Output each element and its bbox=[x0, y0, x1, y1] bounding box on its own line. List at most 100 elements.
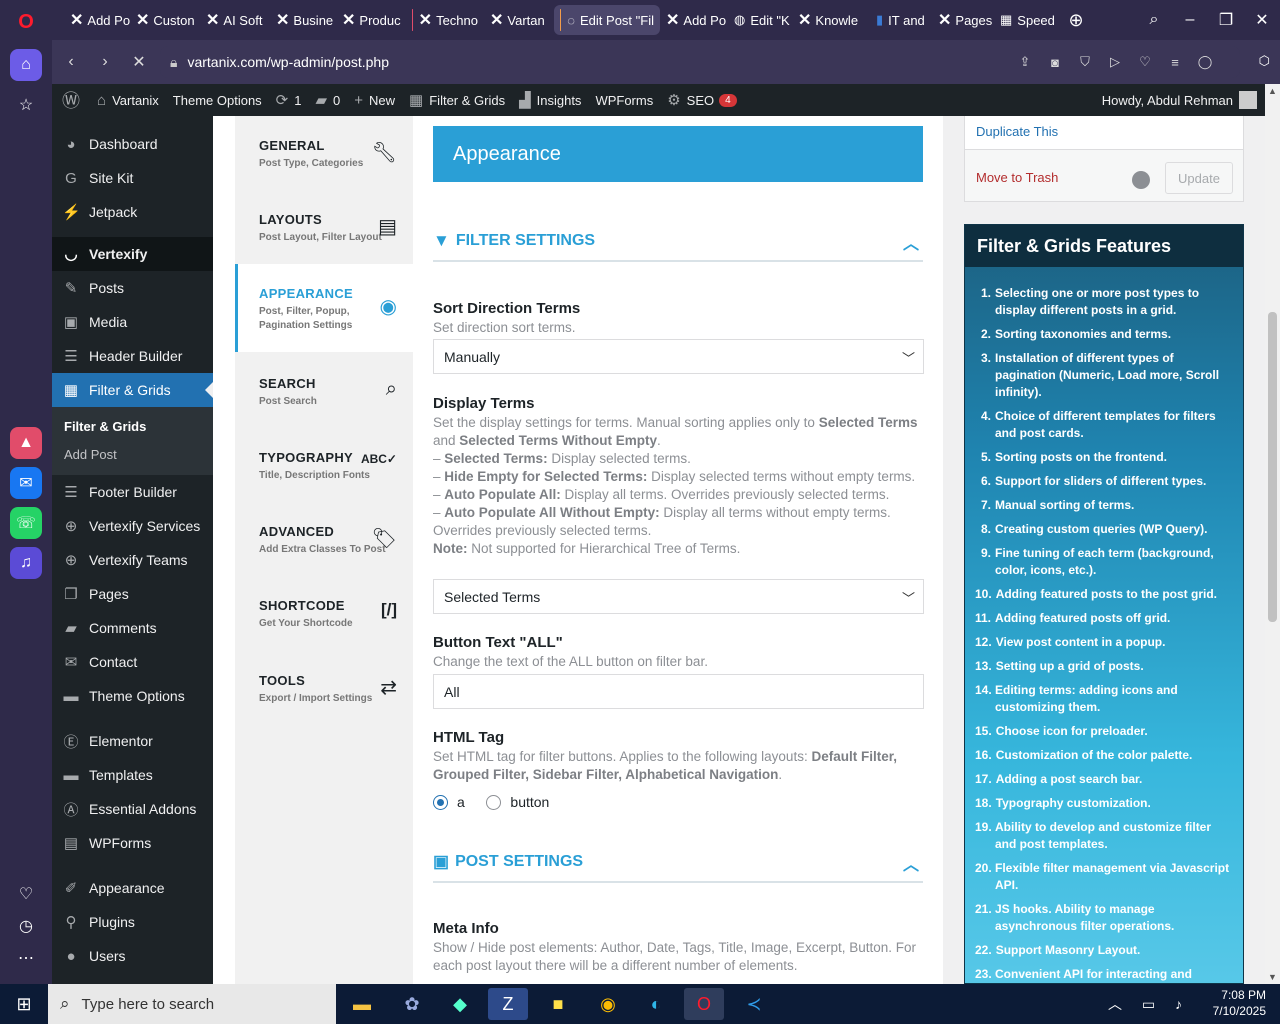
menu-header-builder[interactable]: ☰ Header Builder bbox=[52, 339, 213, 373]
tab[interactable]: ▮ IT and bbox=[870, 5, 932, 35]
tab[interactable]: ▦ Speed bbox=[994, 5, 1064, 35]
settings-tab-shortcode[interactable]: SHORTCODE Get Your Shortcode [/] bbox=[235, 576, 413, 650]
theme-options-link[interactable]: Theme Options bbox=[166, 84, 269, 116]
edge-icon[interactable]: ◐ bbox=[636, 988, 676, 1020]
menu-dashboard[interactable]: ◕ Dashboard bbox=[52, 127, 213, 161]
wpforms-link[interactable]: WPForms bbox=[588, 84, 660, 116]
menu-elementor[interactable]: Ⓔ Elementor bbox=[52, 724, 213, 758]
menu-appearance[interactable]: ✐ Appearance bbox=[52, 871, 213, 905]
app-icon[interactable]: ✿ bbox=[392, 988, 432, 1020]
post-settings-header[interactable]: ▣ POST SETTINGS ︿ bbox=[433, 843, 923, 883]
chrome-icon[interactable]: ◉ bbox=[588, 988, 628, 1020]
chevron-up-icon[interactable]: ︿ bbox=[903, 230, 919, 254]
clock[interactable]: 7:08 PM 7/10/2025 bbox=[1213, 987, 1266, 1019]
tab[interactable]: ✕ Add Po bbox=[58, 5, 130, 35]
app-icon[interactable]: ◆ bbox=[440, 988, 480, 1020]
menu-posts[interactable]: ✎ Posts bbox=[52, 271, 213, 305]
menu-vertexify-services[interactable]: ⊕ Vertexify Services bbox=[52, 509, 213, 543]
chevron-up-icon[interactable]: ︿ bbox=[903, 851, 919, 875]
taskbar-search-input[interactable]: ⌕ Type here to search bbox=[48, 984, 336, 1024]
menu-plugins[interactable]: ⚲ Plugins bbox=[52, 905, 213, 939]
close-icon[interactable]: ✕ bbox=[1244, 10, 1280, 30]
sort-direction-select[interactable]: Manually ﹀ bbox=[433, 339, 924, 374]
more-icon[interactable]: ⋯ bbox=[10, 942, 42, 974]
menu-pages[interactable]: ❐ Pages bbox=[52, 577, 213, 611]
new-tab-button[interactable]: ⊕ bbox=[1064, 5, 1088, 35]
share-icon[interactable]: ⇪ bbox=[1010, 54, 1040, 70]
messenger-icon[interactable]: ✉ bbox=[10, 467, 42, 499]
menu-contact[interactable]: ✉ Contact bbox=[52, 645, 213, 679]
radio-button[interactable]: button bbox=[486, 794, 549, 810]
radio-a[interactable]: a bbox=[433, 794, 465, 810]
star-icon[interactable]: ☆ bbox=[10, 89, 42, 121]
new-content-link[interactable]: + New bbox=[347, 84, 402, 116]
menu-vertexify-teams[interactable]: ⊕ Vertexify Teams bbox=[52, 543, 213, 577]
menu-templates[interactable]: ▬ Templates bbox=[52, 758, 213, 792]
menu-media[interactable]: ▣ Media bbox=[52, 305, 213, 339]
tab[interactable]: ✕ Custon bbox=[130, 5, 200, 35]
scrollbar-thumb[interactable] bbox=[1268, 312, 1277, 622]
tab[interactable]: ✕ Produc bbox=[336, 5, 406, 35]
menu-jetpack[interactable]: ⚡ Jetpack bbox=[52, 195, 213, 229]
menu-essential-addons[interactable]: Ⓐ Essential Addons bbox=[52, 792, 213, 826]
stop-icon[interactable]: ✕ bbox=[122, 52, 156, 72]
settings-tab-appearance[interactable]: APPEARANCE Post, Filter, Popup, Paginatio… bbox=[235, 264, 413, 352]
music-icon[interactable]: ♫ bbox=[10, 547, 42, 579]
settings-tab-tools[interactable]: TOOLS Export / Import Settings ⇄ bbox=[235, 651, 413, 725]
settings-tab-layouts[interactable]: LAYOUTS Post Layout, Filter Layout ▤ bbox=[235, 190, 413, 264]
tab[interactable]: ✕ Pages bbox=[932, 5, 994, 35]
update-button[interactable]: Update bbox=[1165, 162, 1233, 194]
vscode-icon[interactable]: ≺ bbox=[734, 988, 774, 1020]
tab[interactable]: ◍ Edit "K bbox=[728, 5, 792, 35]
forward-icon[interactable]: › bbox=[88, 53, 122, 71]
menu-site-kit[interactable]: G Site Kit bbox=[52, 161, 213, 195]
settings-tab-general[interactable]: GENERAL Post Type, Categories 🔧︎ bbox=[235, 116, 413, 190]
file-explorer-icon[interactable]: ▬ bbox=[342, 988, 382, 1020]
tab[interactable]: ✕ Knowle bbox=[792, 5, 864, 35]
site-name-link[interactable]: ⌂ Vartanix bbox=[90, 84, 166, 116]
sticky-notes-icon[interactable]: ■ bbox=[538, 988, 578, 1020]
filter-grids-link[interactable]: ▦ Filter & Grids bbox=[402, 84, 512, 116]
duplicate-link[interactable]: Duplicate This bbox=[976, 124, 1058, 139]
insights-link[interactable]: ▟ Insights bbox=[512, 84, 588, 116]
menu-users[interactable]: ● Users bbox=[52, 939, 213, 973]
heart-icon[interactable]: ♡ bbox=[10, 878, 42, 910]
display-terms-select[interactable]: Selected Terms ﹀ bbox=[433, 579, 924, 614]
updates-link[interactable]: ⟳ 1 bbox=[269, 84, 309, 116]
tab[interactable]: ✕ Busine bbox=[270, 5, 336, 35]
extensions-icon[interactable]: ⬡ bbox=[1259, 53, 1270, 69]
menu-icon[interactable]: ≡ bbox=[1160, 55, 1190, 70]
tab[interactable]: ✕ Techno bbox=[406, 5, 484, 35]
filter-settings-header[interactable]: ▼ FILTER SETTINGS ︿ bbox=[433, 222, 923, 262]
send-icon[interactable]: ▷ bbox=[1100, 54, 1130, 70]
settings-tab-typography[interactable]: TYPOGRAPHY Title, Description Fonts ABC✓ bbox=[235, 428, 413, 502]
move-to-trash-link[interactable]: Move to Trash bbox=[976, 170, 1058, 185]
menu-vertexify[interactable]: ◡ Vertexify bbox=[52, 237, 213, 271]
windows-start-icon[interactable]: ⊞ bbox=[4, 988, 44, 1020]
heart-icon[interactable]: ♡ bbox=[1130, 54, 1160, 70]
submenu-filter-grids[interactable]: Filter & Grids bbox=[52, 412, 213, 440]
system-tray[interactable]: ︿ ▭ ♪ bbox=[1108, 994, 1190, 1014]
settings-tab-advanced[interactable]: ADVANCED Add Extra Classes To Post 🏷︎ bbox=[235, 502, 413, 576]
menu-filter-grids[interactable]: ▦ Filter & Grids bbox=[52, 373, 213, 407]
back-icon[interactable]: ‹ bbox=[54, 53, 88, 71]
minimize-icon[interactable]: – bbox=[1172, 11, 1208, 29]
menu-comments[interactable]: ▰ Comments bbox=[52, 611, 213, 645]
history-icon[interactable]: ◷ bbox=[10, 910, 42, 942]
tab[interactable]: ✕ Vartan bbox=[484, 5, 550, 35]
comments-link[interactable]: ▰ 0 bbox=[308, 84, 347, 116]
profile-icon[interactable]: ◯ bbox=[1190, 54, 1220, 70]
page-scrollbar[interactable]: ▲ ▼ bbox=[1265, 84, 1280, 984]
settings-tab-search[interactable]: SEARCH Post Search ⌕ bbox=[235, 354, 413, 428]
shield-icon[interactable]: ⛉ bbox=[1070, 54, 1100, 70]
button-text-input[interactable]: All bbox=[433, 674, 924, 709]
tab[interactable]: ✕ Add Po bbox=[660, 5, 728, 35]
menu-wpforms[interactable]: ▤ WPForms bbox=[52, 826, 213, 860]
opera-icon[interactable]: O bbox=[684, 988, 724, 1020]
home-icon[interactable]: ⌂ bbox=[10, 49, 42, 81]
opera-logo-icon[interactable]: O bbox=[10, 6, 42, 38]
search-tabs-icon[interactable]: ⌕ bbox=[1136, 11, 1172, 29]
menu-theme-options[interactable]: ▬ Theme Options bbox=[52, 679, 213, 713]
aria-icon[interactable]: ▲ bbox=[10, 427, 42, 459]
wp-logo-icon[interactable]: Ⓦ bbox=[52, 84, 90, 116]
